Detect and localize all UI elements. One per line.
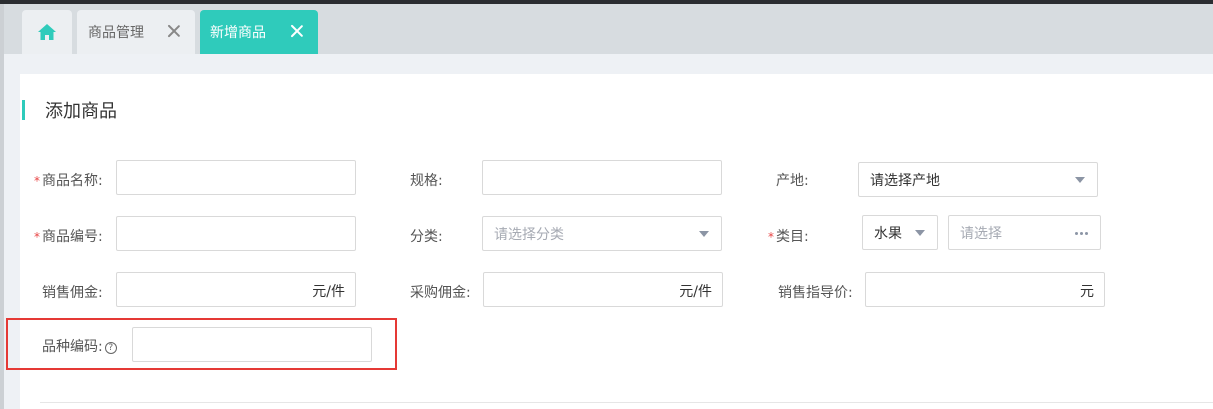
purchase-commission-input[interactable]: 元/件 xyxy=(483,272,723,307)
required-mark: * xyxy=(768,230,774,244)
origin-select-value: 请选择产地 xyxy=(870,172,940,189)
home-icon xyxy=(38,24,56,40)
category-select[interactable]: 请选择分类 xyxy=(482,216,722,251)
guide-price-label: 销售指导价: xyxy=(778,285,853,301)
tab-label: 商品管理 xyxy=(88,25,144,41)
origin-label: 产地: xyxy=(776,173,809,189)
catalog-select[interactable]: 水果 xyxy=(862,215,938,250)
tab-home[interactable] xyxy=(22,10,72,54)
category-select-placeholder: 请选择分类 xyxy=(494,226,564,243)
spec-input[interactable] xyxy=(482,160,722,195)
sales-commission-label: 销售佣金: xyxy=(42,285,103,301)
catalog-sub-select[interactable]: 请选择 xyxy=(948,215,1101,250)
catalog-sub-placeholder: 请选择 xyxy=(960,225,1002,242)
close-icon[interactable] xyxy=(288,22,306,40)
product-code-label: * 商品编号: xyxy=(34,229,103,245)
more-icon xyxy=(1075,232,1088,235)
catalog-label: * 类目: xyxy=(768,229,809,245)
unit-suffix: 元 xyxy=(1080,284,1094,300)
tab-bar: 商品管理 新增商品 xyxy=(4,4,1213,54)
section-accent-bar xyxy=(22,100,25,120)
sales-commission-input[interactable]: 元/件 xyxy=(116,272,356,307)
tab-new-product[interactable]: 新增商品 xyxy=(200,10,318,54)
origin-select[interactable]: 请选择产地 xyxy=(858,162,1098,197)
catalog-select-value: 水果 xyxy=(874,225,902,242)
required-mark: * xyxy=(34,174,40,188)
tab-label: 新增商品 xyxy=(210,25,266,41)
chevron-down-icon xyxy=(1075,177,1085,183)
product-name-label: * 商品名称: xyxy=(34,173,103,189)
product-code-input[interactable] xyxy=(116,216,356,251)
spec-label: 规格: xyxy=(410,173,443,189)
highlight-box xyxy=(6,318,397,370)
tab-product-management[interactable]: 商品管理 xyxy=(77,10,195,54)
unit-suffix: 元/件 xyxy=(679,284,712,300)
section-title: 添加商品 xyxy=(45,101,117,122)
category-label: 分类: xyxy=(410,229,443,245)
purchase-commission-label: 采购佣金: xyxy=(410,285,471,301)
unit-suffix: 元/件 xyxy=(312,284,345,300)
product-name-input[interactable] xyxy=(116,160,356,195)
chevron-down-icon xyxy=(699,231,709,237)
chevron-down-icon xyxy=(915,230,925,236)
close-icon[interactable] xyxy=(165,22,183,40)
required-mark: * xyxy=(34,230,40,244)
divider xyxy=(40,402,1213,403)
guide-price-input[interactable]: 元 xyxy=(865,272,1105,307)
